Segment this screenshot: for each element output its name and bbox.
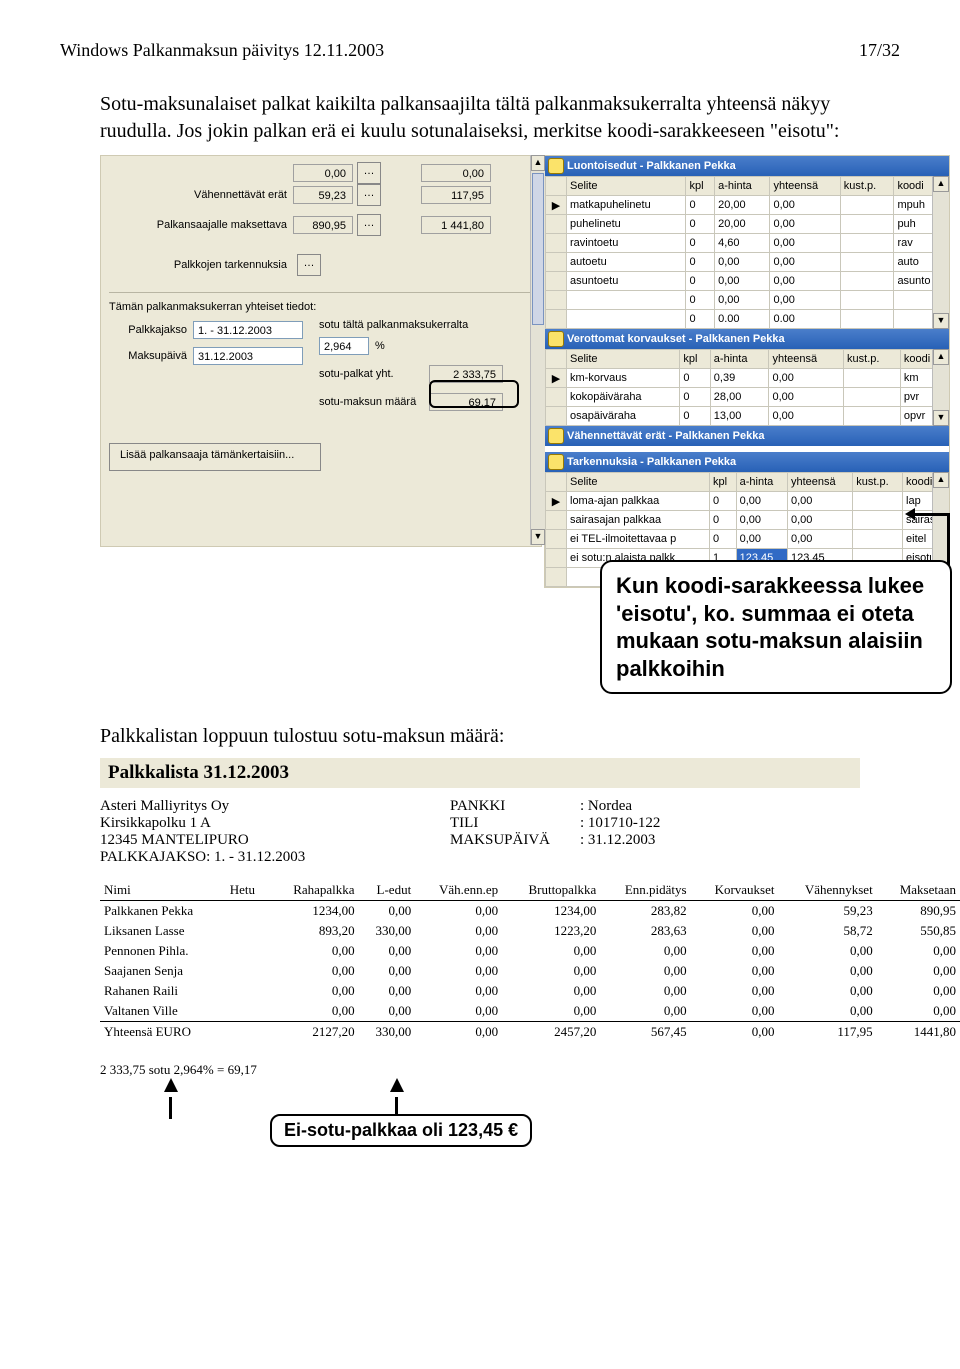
dots-button[interactable]: … <box>357 214 381 236</box>
callout-connector <box>910 513 950 516</box>
report-jakso: PALKKAJAKSO: 1. - 31.12.2003 <box>100 849 450 866</box>
right-panels: Luontoisedut - Palkkanen Pekka Selitekpl… <box>544 155 950 588</box>
maksupaiva-label: Maksupäivä <box>109 350 193 362</box>
maksupv-label: MAKSUPÄIVÄ <box>450 832 580 849</box>
scrollbar[interactable]: ▲ ▼ <box>932 176 949 329</box>
arrow-left-icon <box>905 508 915 520</box>
pankki-value: : Nordea <box>580 798 740 815</box>
palkkalista-table: NimiHetuRahapalkkaL-edutVäh.enn.epBrutto… <box>100 880 960 1042</box>
luontoisedut-grid[interactable]: Selitekpla-hintayhteensäkust.p.koodi▶mat… <box>545 176 949 329</box>
panel-tarkennuksia-title[interactable]: Tarkennuksia - Palkkanen Pekka <box>545 452 949 472</box>
callout-eisotu: Kun koodi-sarakkeessa lukee 'eisotu', ko… <box>600 560 952 694</box>
scroll-up-icon[interactable]: ▲ <box>933 472 949 488</box>
dots-button[interactable]: … <box>297 254 321 276</box>
scrollbar-main[interactable]: ▲ ▼ <box>530 155 545 545</box>
sotu-calc-line: 2 333,75 sotu 2,964% = 69,17 <box>100 1062 880 1078</box>
maksettava-label: Palkansaajalle maksettava <box>109 219 293 231</box>
sotu-kerta-label: sotu tältä palkanmaksukerralta <box>319 319 533 331</box>
vah-v3: 117,95 <box>421 186 491 204</box>
panel-vahennettavat-title[interactable]: Vähennettävät erät - Palkkanen Pekka <box>545 426 949 446</box>
doc-header-right: 17/32 <box>859 40 900 61</box>
scroll-down-icon[interactable]: ▼ <box>531 529 545 545</box>
percent-sign: % <box>375 340 385 352</box>
sotu-pct-input[interactable]: 2,964 <box>319 337 369 355</box>
value-top1: 0,00 <box>293 164 353 182</box>
doc-header-left: Windows Palkanmaksun päivitys 12.11.2003 <box>60 40 384 61</box>
app-screenshot: 0,00 … 0,00 Vähennettävät erät 59,23 … 1… <box>100 155 900 675</box>
tili-label: TILI <box>450 815 580 832</box>
panel-luontoisedut-title[interactable]: Luontoisedut - Palkkanen Pekka <box>545 156 949 176</box>
company-addr1: Kirsikkapolku 1 A <box>100 815 450 832</box>
scroll-up-icon[interactable]: ▲ <box>933 176 949 192</box>
panel-verottomat-title[interactable]: Verottomat korvaukset - Palkkanen Pekka <box>545 329 949 349</box>
intro-paragraph: Sotu-maksunalaiset palkat kaikilta palka… <box>100 91 860 145</box>
palkkajakso-input[interactable]: 1. - 31.12.2003 <box>193 321 303 339</box>
scroll-down-icon[interactable]: ▼ <box>933 410 949 426</box>
palkkajakso-label: Palkkajakso <box>109 324 193 336</box>
arrow-up-icon <box>164 1078 178 1092</box>
scroll-up-icon[interactable]: ▲ <box>531 155 545 171</box>
scroll-up-icon[interactable]: ▲ <box>933 349 949 365</box>
tili-value: : 101710-122 <box>580 815 740 832</box>
mak-v1: 890,95 <box>293 216 353 234</box>
vah-v1: 59,23 <box>293 186 353 204</box>
palkkalista-report: Palkkalista 31.12.2003 Asteri Malliyrity… <box>80 758 880 1148</box>
sotu-maksun-label: sotu-maksun määrä <box>319 396 429 408</box>
highlight-sotu-palkat <box>429 380 519 408</box>
yhteiset-label: Tämän palkanmaksukerran yhteiset tiedot: <box>109 301 533 313</box>
dots-button[interactable]: … <box>357 184 381 206</box>
report-title: Palkkalista 31.12.2003 <box>100 758 860 788</box>
scrollbar[interactable]: ▲ ▼ <box>932 349 949 426</box>
pankki-label: PANKKI <box>450 798 580 815</box>
maksupv-value: : 31.12.2003 <box>580 832 740 849</box>
scroll-down-icon[interactable]: ▼ <box>933 313 949 329</box>
mak-v3: 1 441,80 <box>421 216 491 234</box>
scroll-thumb[interactable] <box>532 173 544 325</box>
value-top3: 0,00 <box>421 164 491 182</box>
arrow-stem <box>169 1097 172 1119</box>
left-panel: 0,00 … 0,00 Vähennettävät erät 59,23 … 1… <box>100 155 542 547</box>
tark-label: Palkkojen tarkennuksia <box>109 259 293 271</box>
bottom-callout: Ei-sotu-palkkaa oli 123,45 € <box>270 1114 532 1147</box>
arrow-up-icon <box>390 1078 404 1092</box>
vahennettavat-label: Vähennettävät erät <box>109 189 293 201</box>
add-palkansaaja-button[interactable]: Lisää palkansaaja tämänkertaisiin... <box>109 443 321 471</box>
company-name: Asteri Malliyritys Oy <box>100 798 450 815</box>
sotu-palkat-label: sotu-palkat yht. <box>319 368 429 380</box>
company-addr2: 12345 MANTELIPURO <box>100 832 450 849</box>
dots-button[interactable]: … <box>357 162 381 184</box>
maksupaiva-input[interactable]: 31.12.2003 <box>193 347 303 365</box>
mid-paragraph: Palkkalistan loppuun tulostuu sotu-maksu… <box>100 725 900 748</box>
verottomat-grid[interactable]: Selitekpla-hintayhteensäkust.p.koodi▶km-… <box>545 349 949 426</box>
